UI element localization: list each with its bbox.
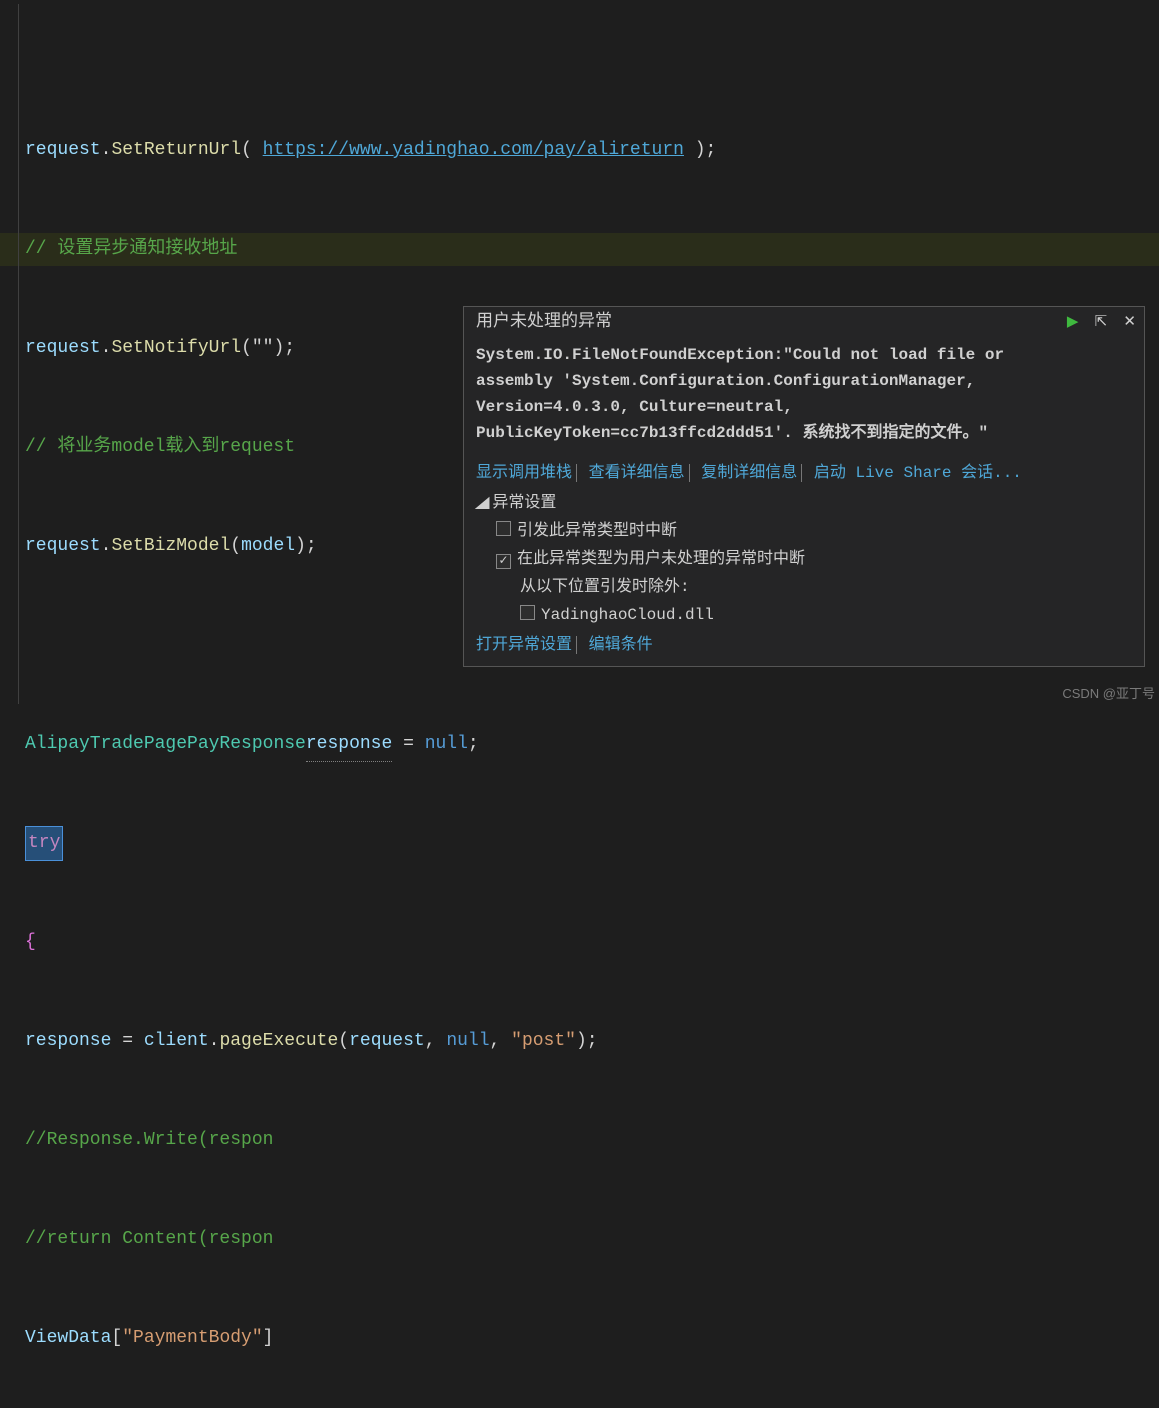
code-line: request.SetReturnUrl( https://www.yading… [25,134,1159,167]
pin-icon[interactable]: ⇱ [1095,314,1108,331]
code-line: AlipayTradePagePayResponse response = nu… [25,728,1159,761]
edit-conditions-link[interactable]: 编辑条件 [589,636,653,654]
show-callstack-link[interactable]: 显示调用堆栈 [476,464,577,482]
code-line: // 设置异步通知接收地址 [25,233,1159,266]
exception-settings-header: 异常设置 [492,494,556,512]
break-on-throw-checkbox[interactable] [496,521,511,536]
code-line: try [25,827,1159,860]
code-line: ViewData["PaymentBody"] [25,1322,1159,1355]
expand-icon[interactable]: ◢ [475,490,490,516]
watermark: CSDN @亚丁号 [1062,683,1155,702]
except-dll-checkbox[interactable] [520,605,535,620]
liveshare-link[interactable]: 启动 Live Share 会话... [814,464,1026,482]
close-icon[interactable]: ✕ [1123,314,1136,331]
code-line: //return Content(respon [25,1223,1159,1256]
code-editor[interactable]: request.SetReturnUrl( https://www.yading… [0,0,1159,1408]
url-link[interactable]: https://www.yadinghao.com/pay/alireturn [263,134,684,167]
view-details-link[interactable]: 查看详细信息 [589,464,690,482]
copy-details-link[interactable]: 复制详细信息 [701,464,802,482]
open-exception-settings-link[interactable]: 打开异常设置 [476,636,577,654]
exception-popup: 用户未处理的异常 ▶ ⇱ ✕ System.IO.FileNotFoundExc… [463,306,1145,667]
code-line: response = client.pageExecute(request, n… [25,1025,1159,1058]
code-line: //Response.Write(respon [25,1124,1159,1157]
exception-links: 显示调用堆栈 查看详细信息 复制详细信息 启动 Live Share 会话... [464,452,1144,490]
exception-message: System.IO.FileNotFoundException:"Could n… [464,338,1144,452]
fold-guide [18,4,19,704]
continue-icon[interactable]: ▶ [1067,314,1079,331]
popup-title: 用户未处理的异常 [476,310,612,336]
code-line: { [25,926,1159,959]
break-on-unhandled-checkbox[interactable]: ✓ [496,554,511,569]
